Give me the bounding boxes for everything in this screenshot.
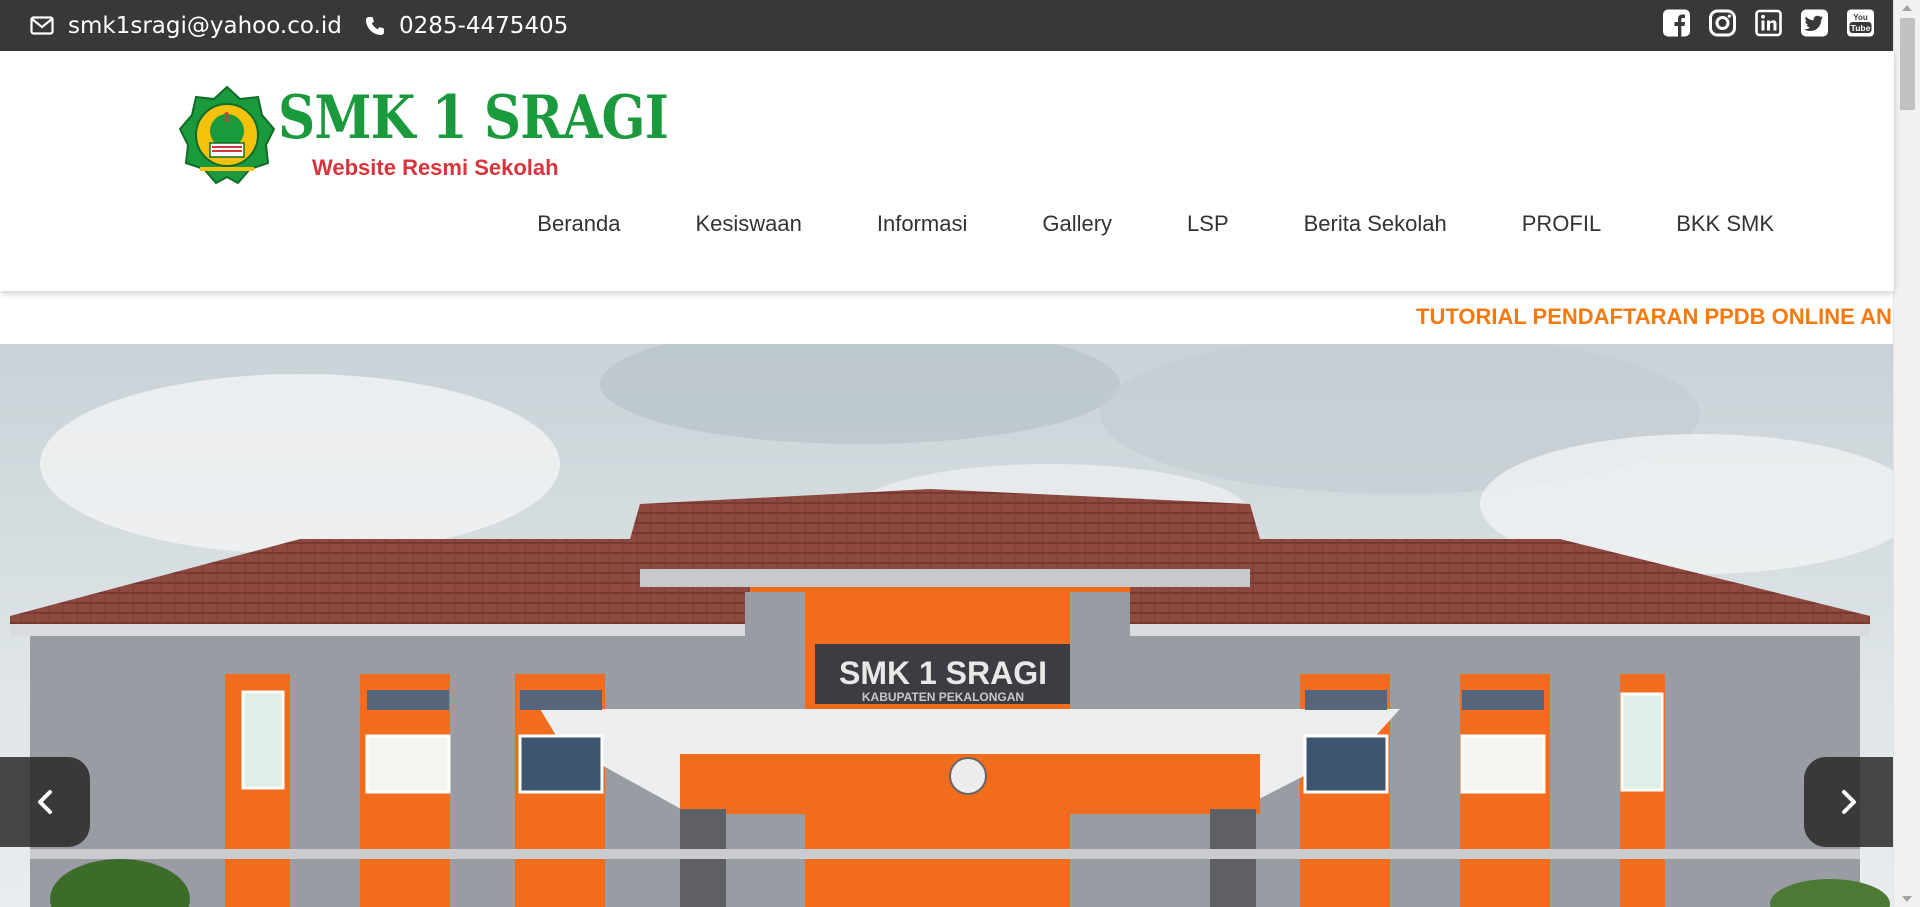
nav-item-profil[interactable]: PROFIL <box>1522 211 1601 237</box>
site-header: 1 SMK 1 SRAGI Website Resmi Sekolah Bera… <box>0 51 1894 291</box>
nav-item-bkk-smk[interactable]: BKK SMK <box>1676 211 1774 237</box>
phone-text: 0285-4475405 <box>399 12 569 39</box>
nav-item-berita-sekolah[interactable]: Berita Sekolah <box>1304 211 1447 237</box>
nav-item-gallery[interactable]: Gallery <box>1042 211 1112 237</box>
chevron-right-icon <box>1842 790 1856 814</box>
scroll-up-icon[interactable] <box>1902 5 1912 11</box>
svg-text:Tube: Tube <box>1851 23 1871 33</box>
news-ticker: TUTORIAL PENDAFTARAN PPDB ONLINE AND <box>0 291 1894 344</box>
svg-text:You: You <box>1853 13 1868 22</box>
phone-link[interactable]: 0285-4475405 <box>365 0 568 51</box>
envelope-icon <box>30 16 54 35</box>
facebook-icon[interactable] <box>1663 9 1690 37</box>
hero-image: SMK 1 SRAGI KABUPATEN PEKALONGAN <box>0 344 1894 907</box>
email-link[interactable]: smk1sragi@yahoo.co.id <box>30 0 342 51</box>
site-logo[interactable]: 1 SMK 1 SRAGI Website Resmi Sekolah <box>178 83 669 193</box>
school-emblem-icon: 1 <box>178 85 276 185</box>
nav-item-lsp[interactable]: LSP <box>1187 211 1229 237</box>
carousel-prev-button[interactable] <box>0 757 90 847</box>
vertical-scrollbar[interactable] <box>1893 0 1920 907</box>
social-links: You Tube <box>1663 9 1874 37</box>
page: smk1sragi@yahoo.co.id 0285-4475405 You T… <box>0 0 1920 907</box>
chevron-left-icon <box>38 790 52 814</box>
scroll-thumb[interactable] <box>1900 18 1915 110</box>
top-bar: smk1sragi@yahoo.co.id 0285-4475405 You T… <box>0 0 1894 51</box>
brand-name: SMK 1 SRAGI <box>278 83 669 153</box>
scroll-down-icon[interactable] <box>1902 896 1912 902</box>
twitter-icon[interactable] <box>1801 9 1828 37</box>
nav-item-kesiswaan[interactable]: Kesiswaan <box>695 211 801 237</box>
brand-tagline: Website Resmi Sekolah <box>312 155 559 180</box>
carousel-next-button[interactable] <box>1804 757 1894 847</box>
hero-carousel: SMK 1 SRAGI KABUPATEN PEKALONGAN <box>0 344 1894 907</box>
instagram-icon[interactable] <box>1709 9 1736 37</box>
nav-item-beranda[interactable]: Beranda <box>537 211 620 237</box>
nav-item-informasi[interactable]: Informasi <box>877 211 967 237</box>
email-text: smk1sragi@yahoo.co.id <box>68 12 342 39</box>
linkedin-icon[interactable] <box>1755 9 1782 37</box>
ticker-link[interactable]: TUTORIAL PENDAFTARAN PPDB ONLINE AND <box>1416 291 1894 344</box>
youtube-icon[interactable]: You Tube <box>1847 9 1874 37</box>
svg-text:1: 1 <box>223 109 230 124</box>
building-sign: SMK 1 SRAGI <box>839 655 1047 691</box>
building-subsign: KABUPATEN PEKALONGAN <box>862 690 1024 704</box>
phone-icon <box>366 16 384 35</box>
main-nav: Beranda Kesiswaan Informasi Gallery LSP … <box>462 211 1774 237</box>
